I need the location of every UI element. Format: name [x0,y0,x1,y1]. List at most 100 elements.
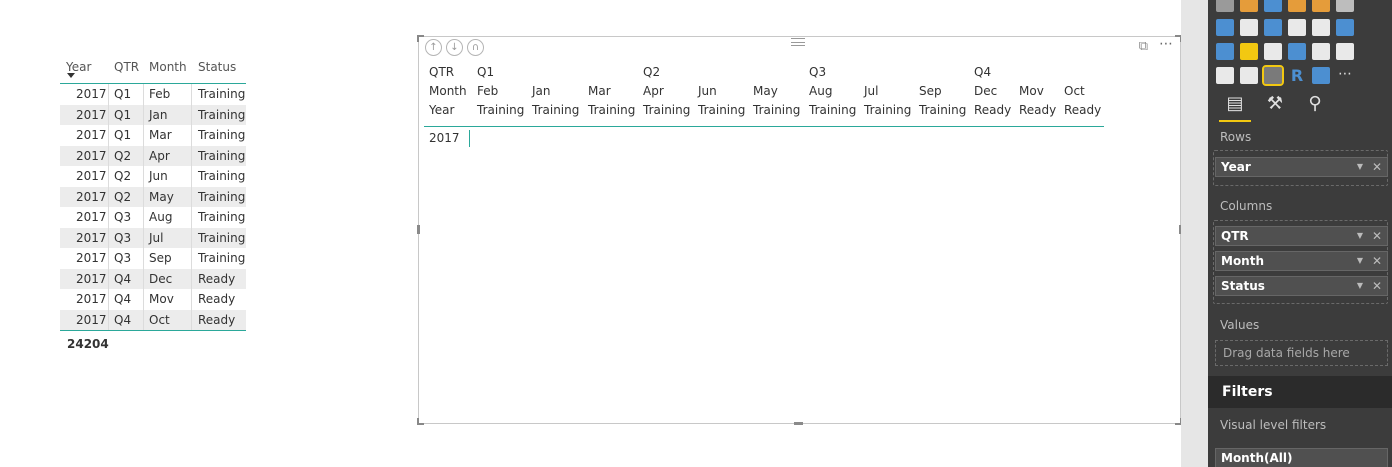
header-qtr[interactable]: QTR [114,60,139,74]
matrix-status-header[interactable]: Training [864,103,911,117]
columns-field-qtr[interactable]: QTR ▼ ✕ [1215,226,1388,246]
table-row[interactable]: 2017 Q1 Jan Training [60,104,246,125]
matrix-month-header[interactable]: Oct [1064,84,1085,98]
matrix-visual[interactable]: ↑ ↓ ∩ ⧉ ⋯ QTR Month Year 2017 Q1 Q2 Q3 Q4 Fe… [417,35,1182,425]
r-visual-icon[interactable]: R [1288,67,1306,84]
chevron-down-icon[interactable]: ▼ [1357,227,1363,245]
slicer-icon[interactable] [1216,67,1234,84]
stacked-column-icon[interactable] [1312,0,1330,12]
scatter-chart-icon[interactable] [1216,19,1234,36]
table-row[interactable]: 2017 Q2 Apr Training [60,145,246,166]
matrix-quarter-header[interactable]: Q2 [643,65,660,79]
matrix-month-header[interactable]: Apr [643,84,664,98]
more-visuals-icon[interactable]: ⋯ [1336,67,1354,84]
remove-field-icon[interactable]: ✕ [1372,158,1382,176]
column-chart-icon[interactable] [1288,0,1306,12]
globe-icon[interactable] [1312,67,1330,84]
table-row[interactable]: 2017 Q3 Sep Training [60,248,246,269]
matrix-quarter-header[interactable]: Q4 [974,65,991,79]
matrix-status-header[interactable]: Training [588,103,635,117]
filters-header[interactable]: Filters [1208,376,1392,408]
matrix-status-header[interactable]: Training [477,103,524,117]
pie-chart-icon[interactable] [1240,19,1258,36]
columns-field-status[interactable]: Status ▼ ✕ [1215,276,1388,296]
resize-handle-bottom[interactable] [794,422,803,425]
table-icon[interactable] [1240,67,1258,84]
chevron-down-icon[interactable]: ▼ [1357,158,1363,176]
resize-handle-left[interactable] [417,225,420,234]
line-chart-icon[interactable] [1216,0,1234,12]
matrix-status-header[interactable]: Training [919,103,966,117]
resize-handle-bottom-left[interactable] [417,418,424,425]
matrix-status-header[interactable]: Training [698,103,745,117]
chevron-down-icon[interactable]: ▼ [1357,252,1363,270]
matrix-month-header[interactable]: May [753,84,778,98]
matrix-month-header[interactable]: Sep [919,84,942,98]
table-row[interactable]: 2017 Q4 Dec Ready [60,268,246,289]
matrix-month-header[interactable]: Jan [532,84,551,98]
card-icon[interactable] [1288,43,1306,60]
header-month[interactable]: Month [149,60,187,74]
donut-chart-icon[interactable] [1264,19,1282,36]
chevron-down-icon[interactable]: ▼ [1357,277,1363,295]
resize-handle-top-left[interactable] [417,35,424,42]
matrix-status-header[interactable]: Training [753,103,800,117]
matrix-status-header[interactable]: Ready [974,103,1011,117]
multi-row-card-icon[interactable] [1312,43,1330,60]
more-options-icon[interactable]: ⋯ [1159,36,1174,52]
matrix-quarter-header[interactable]: Q3 [809,65,826,79]
header-year[interactable]: Year [66,60,91,74]
matrix-month-header[interactable]: Jul [864,84,878,98]
matrix-status-header[interactable]: Training [809,103,856,117]
funnel-icon[interactable] [1240,43,1258,60]
header-status[interactable]: Status [198,60,236,74]
format-paint-roller-icon[interactable]: ⚒ [1259,88,1291,122]
fields-tab-icon[interactable]: ▤ [1219,88,1251,122]
matrix-month-header[interactable]: Aug [809,84,832,98]
drill-down-icon[interactable]: ∩ [467,39,484,56]
matrix-month-header[interactable]: Jun [698,84,717,98]
table-row[interactable]: 2017 Q1 Mar Training [60,125,246,146]
drag-grip-icon[interactable] [791,38,805,46]
shape-map-icon[interactable] [1216,43,1234,60]
ribbon-chart-icon[interactable] [1264,0,1282,12]
matrix-status-header[interactable]: Ready [1019,103,1056,117]
matrix-month-header[interactable]: Feb [477,84,498,98]
cell-status: Training [198,148,246,163]
table-row[interactable]: 2017 Q4 Mov Ready [60,289,246,310]
matrix-month-header[interactable]: Mov [1019,84,1044,98]
values-drop-zone[interactable]: Drag data fields here [1215,340,1388,366]
remove-field-icon[interactable]: ✕ [1372,277,1382,295]
table-row[interactable]: 2017 Q4 Oct Ready [60,309,246,330]
waterfall-icon[interactable] [1336,0,1354,12]
rows-field-year[interactable]: Year ▼ ✕ [1215,157,1388,177]
remove-field-icon[interactable]: ✕ [1372,252,1382,270]
area-chart-icon[interactable] [1240,0,1258,12]
matrix-month-header[interactable]: Mar [588,84,611,98]
remove-field-icon[interactable]: ✕ [1372,227,1382,245]
table-row[interactable]: 2017 Q2 Jun Training [60,166,246,187]
map-icon[interactable] [1312,19,1330,36]
table-row[interactable]: 2017 Q3 Jul Training [60,227,246,248]
matrix-quarter-header[interactable]: Q1 [477,65,494,79]
matrix-status-header[interactable]: Ready [1064,103,1101,117]
table-row[interactable]: 2017 Q1 Feb Training [60,84,246,105]
table-row[interactable]: 2017 Q3 Aug Training [60,207,246,228]
matrix-status-header[interactable]: Training [532,103,579,117]
sort-descending-icon[interactable] [67,73,75,78]
gauge-icon[interactable] [1264,43,1282,60]
kpi-icon[interactable] [1336,43,1354,60]
table-row[interactable]: 2017 Q2 May Training [60,186,246,207]
matrix-status-header[interactable]: Training [643,103,690,117]
matrix-icon[interactable] [1262,65,1284,86]
treemap-icon[interactable] [1288,19,1306,36]
analytics-magnifier-icon[interactable]: ⚲ [1299,88,1331,122]
filled-map-icon[interactable] [1336,19,1354,36]
matrix-row-value[interactable]: 2017 [429,131,460,145]
focus-mode-icon[interactable]: ⧉ [1139,39,1148,54]
matrix-month-header[interactable]: Dec [974,84,997,98]
columns-field-month[interactable]: Month ▼ ✕ [1215,251,1388,271]
expand-next-level-icon[interactable]: ↓ [446,39,463,56]
drill-up-icon[interactable]: ↑ [425,39,442,56]
filter-card-month[interactable]: Month(All) [1215,448,1388,467]
